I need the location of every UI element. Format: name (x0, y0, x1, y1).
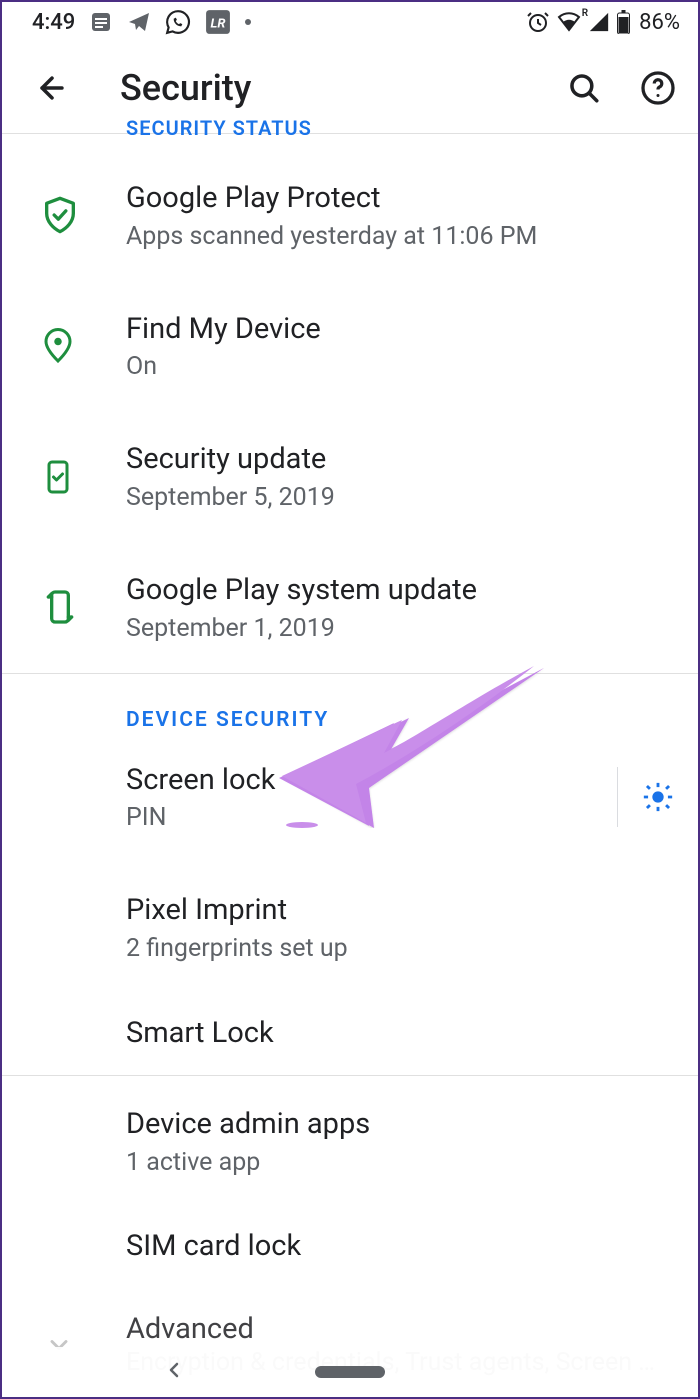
item-google-play-system-update[interactable]: Google Play system update September 1, 2… (2, 542, 698, 673)
item-title: Screen lock (126, 762, 589, 800)
section-label-security-status: SECURITY STATUS (2, 120, 698, 140)
notification-overflow-icon (245, 19, 251, 25)
item-subtitle: September 1, 2019 (126, 614, 670, 643)
item-subtitle: Apps scanned yesterday at 11:06 PM (126, 222, 670, 251)
item-device-admin-apps[interactable]: Device admin apps 1 active app (2, 1076, 698, 1207)
notification-whatsapp-icon (165, 9, 191, 35)
item-sim-card-lock[interactable]: SIM card lock (2, 1207, 698, 1287)
phone-refresh-icon (30, 587, 126, 627)
status-time: 4:49 (32, 10, 75, 35)
wifi-icon: R (556, 10, 582, 34)
battery-icon (616, 10, 631, 34)
item-screen-lock[interactable]: Screen lock PIN (2, 732, 617, 863)
item-security-update[interactable]: Security update September 5, 2019 (2, 411, 698, 542)
screen-lock-settings-button[interactable] (636, 775, 680, 819)
item-title: Google Play system update (126, 572, 670, 610)
shield-check-icon (30, 195, 126, 235)
item-subtitle: September 5, 2019 (126, 483, 670, 512)
status-bar: 4:49 LR R 86% (2, 2, 698, 42)
phone-check-icon (30, 457, 126, 497)
item-google-play-protect[interactable]: Google Play Protect Apps scanned yesterd… (2, 140, 698, 281)
item-title: Security update (126, 441, 670, 479)
battery-percent: 86% (639, 10, 680, 35)
help-button[interactable] (636, 66, 680, 110)
item-smart-lock[interactable]: Smart Lock (2, 993, 698, 1075)
item-subtitle: 1 active app (126, 1148, 670, 1177)
item-title: Pixel Imprint (126, 892, 670, 930)
signal-icon (588, 11, 610, 33)
notification-lr-icon: LR (205, 9, 231, 35)
page-title: Security (120, 67, 562, 109)
item-pixel-imprint[interactable]: Pixel Imprint 2 fingerprints set up (2, 862, 698, 993)
item-title: Google Play Protect (126, 180, 670, 218)
section-label-device-security: DEVICE SECURITY (2, 674, 698, 732)
notification-messages-icon (89, 10, 113, 34)
back-button[interactable] (30, 66, 74, 110)
location-pin-icon (30, 326, 126, 366)
nav-back-button[interactable] (162, 1358, 186, 1386)
item-title: Smart Lock (126, 1015, 670, 1053)
item-subtitle: PIN (126, 803, 589, 832)
item-title: Device admin apps (126, 1106, 670, 1144)
search-button[interactable] (562, 66, 606, 110)
svg-text:LR: LR (211, 16, 226, 31)
vertical-divider (617, 767, 618, 827)
nav-home-pill[interactable] (315, 1366, 385, 1378)
item-subtitle: 2 fingerprints set up (126, 934, 670, 963)
item-subtitle: On (126, 352, 670, 381)
system-nav-bar (2, 1347, 698, 1397)
item-title: SIM card lock (126, 1228, 670, 1266)
alarm-icon (526, 10, 550, 34)
item-title: Find My Device (126, 311, 670, 349)
item-title: Advanced (126, 1312, 670, 1346)
item-screen-lock-row: Screen lock PIN (2, 732, 698, 863)
notification-telegram-icon (127, 10, 151, 34)
item-find-my-device[interactable]: Find My Device On (2, 281, 698, 412)
